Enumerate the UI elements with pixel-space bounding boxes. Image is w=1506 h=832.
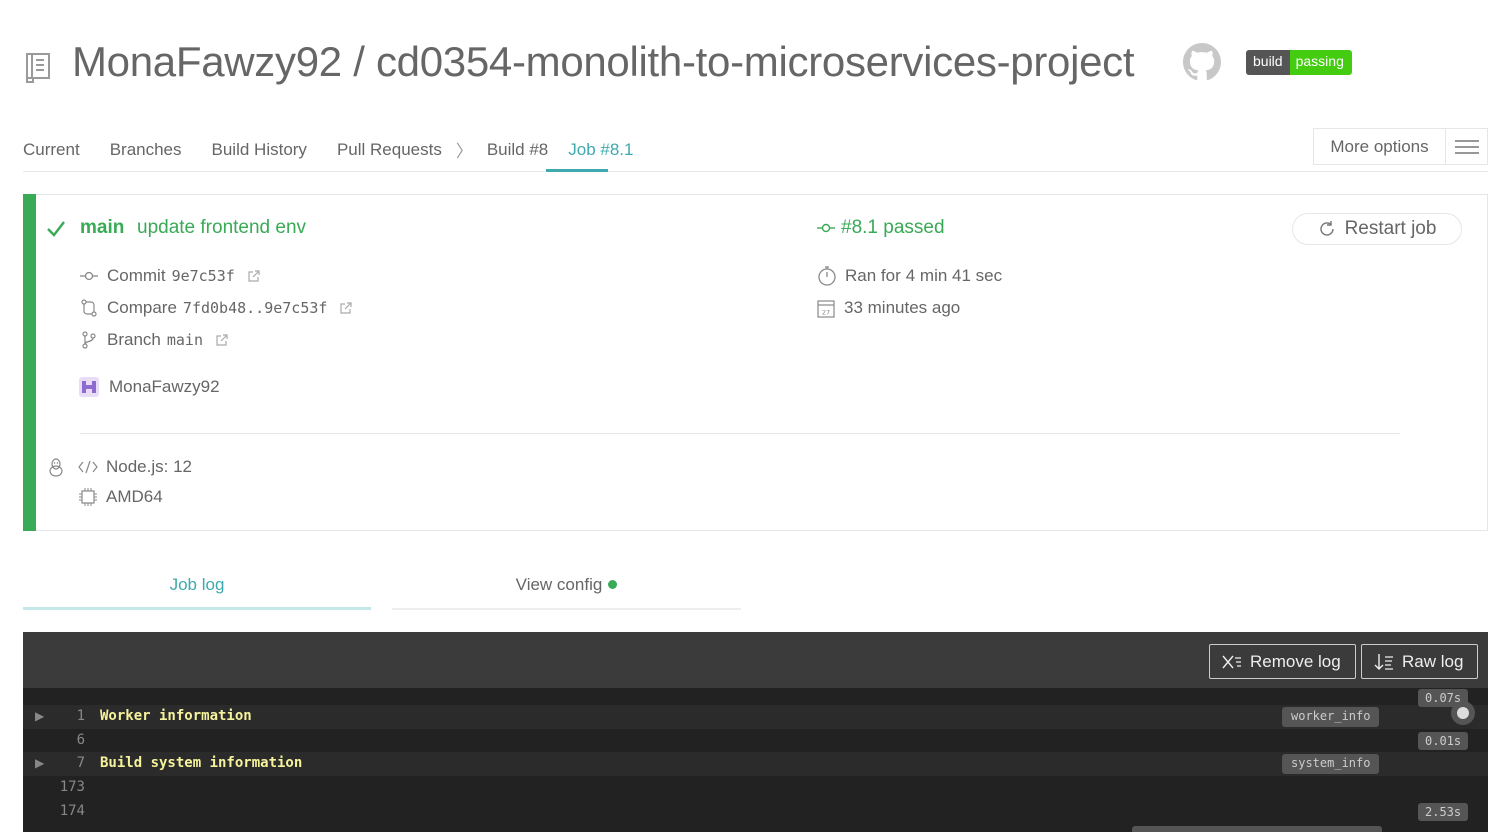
finished-row: 27 33 minutes ago: [817, 298, 960, 318]
card-divider: [80, 433, 1400, 434]
log-line: 174: [23, 800, 1488, 824]
badge-label: build: [1246, 50, 1290, 75]
branch-icon: [82, 331, 96, 349]
restart-job-button[interactable]: Restart job: [1292, 213, 1462, 245]
job-summary-card: [23, 194, 1488, 531]
raw-log-button[interactable]: Raw log: [1361, 644, 1479, 679]
external-link-icon: [248, 269, 260, 282]
line-number: 173: [59, 779, 85, 795]
log-line[interactable]: ▶ 1 Worker information worker_info: [23, 705, 1488, 729]
fold-tag: worker_info: [1282, 707, 1380, 727]
fold-tag-partial: [1132, 826, 1382, 832]
commit-sha: 9e7c53f: [171, 267, 235, 285]
line-number: 1: [76, 708, 85, 724]
cpu-icon: [79, 488, 97, 506]
tab-job-log-underline: [23, 607, 371, 610]
more-options-button[interactable]: More options: [1313, 128, 1488, 165]
author-name: MonaFawzy92: [109, 377, 220, 396]
arch-row: AMD64: [78, 487, 163, 507]
restart-job-label: Restart job: [1344, 218, 1437, 239]
language-row: Node.js: 12: [78, 457, 192, 477]
tab-view-config[interactable]: View config: [392, 575, 741, 595]
job-status: #8.1 passed: [817, 217, 945, 239]
duration-tag: 0.01s: [1418, 732, 1469, 750]
nav-divider: [23, 171, 1488, 172]
finished-time: 33 minutes ago: [844, 298, 961, 317]
repo-name-link[interactable]: cd0354-monolith-to-microservices-project: [376, 38, 1135, 85]
duration-label: Ran for: [845, 266, 901, 285]
compare-range: 7fd0b48..9e7c53f: [182, 299, 328, 317]
check-icon: [47, 221, 65, 237]
linux-icon: [49, 458, 63, 477]
tab-job[interactable]: Job #8.1: [568, 140, 633, 160]
external-link-icon: [216, 333, 228, 346]
compare-icon: [81, 299, 97, 317]
restart-icon: [1319, 221, 1334, 236]
config-status-dot: [608, 580, 618, 589]
code-icon: [78, 460, 98, 474]
compare-label: Compare: [107, 298, 177, 317]
log-text: Build system information: [100, 755, 303, 771]
calendar-icon: 27: [817, 300, 835, 318]
chevron-right-icon: 〉: [455, 142, 473, 161]
commit-row[interactable]: Commit 9e7c53f: [80, 266, 260, 286]
tab-job-log[interactable]: Job log: [23, 575, 371, 595]
active-tab-indicator: [546, 169, 608, 172]
duration-value: 4 min 41 sec: [905, 266, 1003, 285]
badge-status: passing: [1289, 50, 1352, 75]
raw-log-label: Raw log: [1402, 651, 1464, 671]
repo-nav: Current Branches Build History Pull Requ…: [23, 137, 664, 162]
branch-row[interactable]: Branch main: [80, 330, 228, 350]
github-icon[interactable]: [1183, 43, 1221, 81]
tab-build[interactable]: Build #8: [487, 140, 548, 160]
repo-icon: [26, 53, 50, 83]
scroll-to-top-button[interactable]: [1451, 701, 1475, 725]
author-row: MonaFawzy92: [78, 376, 220, 398]
more-options-label: More options: [1314, 129, 1446, 164]
log-line: 173: [23, 776, 1488, 800]
tab-branches[interactable]: Branches: [110, 140, 182, 160]
branch-label: Branch: [107, 330, 161, 349]
branch-name[interactable]: main: [80, 217, 124, 239]
fold-tag: system_info: [1282, 754, 1380, 774]
tab-view-config-label: View config: [515, 575, 603, 594]
branch-value: main: [166, 331, 203, 349]
commit-message: update frontend env: [137, 217, 307, 238]
line-number: 174: [59, 803, 85, 819]
commit-status-icon: [817, 223, 835, 233]
tab-pull-requests[interactable]: Pull Requests: [337, 140, 442, 160]
status-bar: [23, 194, 36, 531]
tab-current[interactable]: Current: [23, 140, 80, 160]
job-status-text: #8.1 passed: [841, 217, 945, 238]
tab-job-log-label: Job log: [169, 575, 225, 594]
compare-row[interactable]: Compare 7fd0b48..9e7c53f: [80, 298, 353, 318]
repo-separator: /: [353, 38, 365, 85]
remove-log-button[interactable]: Remove log: [1209, 644, 1356, 679]
tab-build-history[interactable]: Build History: [212, 140, 307, 160]
calendar-day: 27: [822, 309, 830, 317]
raw-log-icon: [1374, 653, 1393, 670]
language-value: Node.js: 12: [106, 457, 192, 476]
tab-view-config-underline: [392, 608, 741, 610]
repo-owner-link[interactable]: MonaFawzy92: [72, 38, 342, 85]
commit-label: Commit: [107, 266, 166, 285]
build-status-badge[interactable]: build passing: [1246, 50, 1352, 75]
external-link-icon: [340, 301, 353, 314]
duration-tag: 2.53s: [1418, 803, 1469, 821]
remove-log-label: Remove log: [1250, 651, 1341, 671]
hamburger-icon: [1446, 139, 1487, 155]
log-line: 6: [23, 729, 1488, 753]
line-number: 7: [76, 755, 85, 771]
avatar: [79, 377, 99, 397]
commit-icon: [80, 271, 98, 281]
scroll-knob-icon: [1457, 707, 1469, 719]
line-number: 6: [76, 732, 85, 748]
duration-row: Ran for 4 min 41 sec: [817, 265, 1002, 287]
log-text: Worker information: [100, 708, 252, 724]
arch-value: AMD64: [106, 487, 163, 506]
log-line[interactable]: ▶ 7 Build system information system_info: [23, 752, 1488, 776]
stopwatch-icon: [818, 266, 836, 286]
remove-log-icon: [1222, 655, 1241, 668]
repo-title: MonaFawzy92 / cd0354-monolith-to-microse…: [72, 38, 1135, 86]
